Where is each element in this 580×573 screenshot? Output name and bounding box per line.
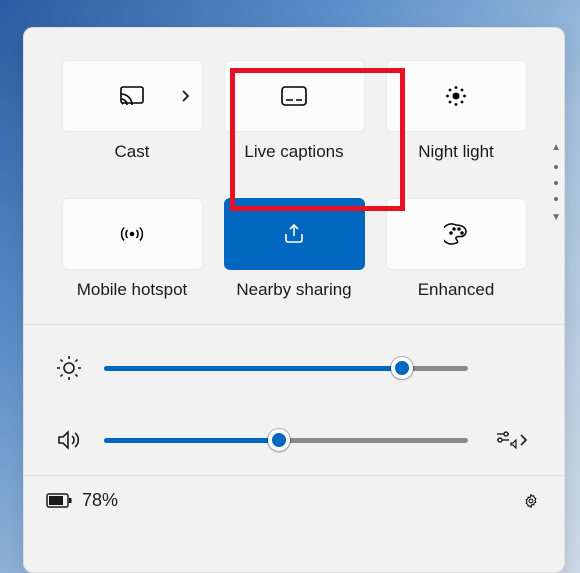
quick-settings-panel: ▲ ▼ Cast	[23, 27, 565, 573]
audio-output-button[interactable]	[488, 429, 534, 451]
tile-live-captions: Live captions	[224, 60, 365, 162]
enhanced-label: Enhanced	[418, 280, 495, 300]
mobile-hotspot-button[interactable]	[62, 198, 203, 270]
settings-button[interactable]	[520, 494, 542, 508]
hotspot-icon	[120, 224, 144, 244]
share-icon	[282, 223, 306, 245]
scroll-indicator[interactable]: ▲ ▼	[551, 143, 561, 223]
brightness-row	[54, 355, 534, 381]
palette-icon	[444, 223, 468, 245]
volume-icon	[54, 429, 84, 451]
cast-label: Cast	[115, 142, 150, 162]
volume-row	[54, 429, 534, 451]
tile-grid: Cast Live captions	[54, 60, 534, 300]
tiles-section: ▲ ▼ Cast	[24, 28, 564, 324]
nearby-sharing-label: Nearby sharing	[236, 280, 351, 300]
brightness-icon	[54, 355, 84, 381]
cast-icon	[120, 86, 144, 106]
scroll-dot	[554, 181, 558, 185]
volume-slider[interactable]	[104, 438, 468, 443]
battery-icon	[46, 493, 72, 508]
volume-slider-fill	[104, 438, 279, 443]
live-captions-label: Live captions	[244, 142, 343, 162]
battery-percent: 78%	[82, 490, 118, 511]
gear-icon	[520, 494, 542, 508]
enhanced-button[interactable]	[386, 198, 527, 270]
captions-icon	[281, 86, 307, 106]
chevron-right-icon	[180, 89, 190, 103]
scroll-dot	[554, 197, 558, 201]
battery-status[interactable]: 78%	[46, 490, 118, 511]
night-light-icon	[445, 85, 467, 107]
night-light-label: Night light	[418, 142, 494, 162]
live-captions-button[interactable]	[224, 60, 365, 132]
scroll-up-icon: ▲	[551, 143, 561, 153]
night-light-button[interactable]	[386, 60, 527, 132]
brightness-slider-fill	[104, 366, 402, 371]
brightness-slider[interactable]	[104, 366, 468, 371]
audio-output-icon	[494, 429, 528, 451]
scroll-dot	[554, 165, 558, 169]
tile-mobile-hotspot: Mobile hotspot	[62, 198, 203, 300]
tile-cast: Cast	[62, 60, 203, 162]
cast-button[interactable]	[62, 60, 203, 132]
mobile-hotspot-label: Mobile hotspot	[77, 280, 188, 300]
volume-slider-thumb[interactable]	[268, 429, 290, 451]
brightness-slider-thumb[interactable]	[391, 357, 413, 379]
tile-night-light: Night light	[386, 60, 527, 162]
scroll-down-icon: ▼	[551, 213, 561, 223]
tile-nearby-sharing: Nearby sharing	[224, 198, 365, 300]
status-bar: 78%	[24, 475, 564, 511]
nearby-sharing-button[interactable]	[224, 198, 365, 270]
tile-enhanced: Enhanced	[386, 198, 527, 300]
sliders-section	[24, 324, 564, 475]
